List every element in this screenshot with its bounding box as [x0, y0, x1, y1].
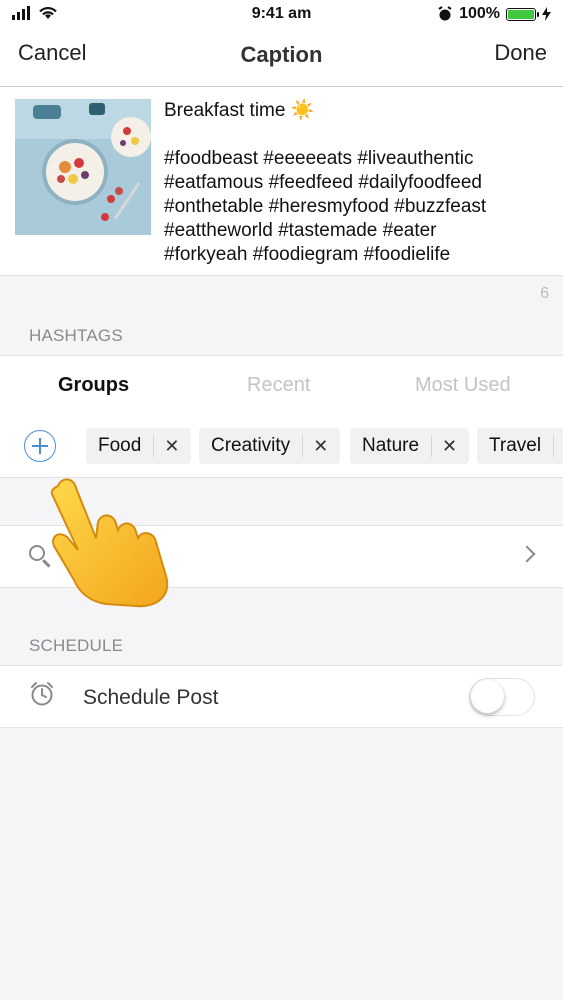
post-thumbnail[interactable]: [15, 99, 151, 235]
tab-recent[interactable]: Recent: [247, 374, 310, 397]
character-count: 6: [540, 285, 549, 302]
add-group-button[interactable]: [24, 430, 56, 462]
battery-percent: 100%: [459, 5, 500, 22]
breakfast-photo: [15, 99, 151, 235]
hashtag-tabs: Groups Recent Most Used: [0, 355, 563, 417]
schedule-post-row: Schedule Post: [0, 665, 563, 728]
group-chip-label: Travel: [489, 435, 542, 456]
alarm-clock-icon: [31, 682, 53, 706]
chevron-right-icon: [518, 545, 536, 563]
battery-icon: [506, 7, 539, 21]
status-right: 100%: [437, 5, 551, 23]
group-chip-food[interactable]: Food ✕: [86, 428, 192, 464]
tab-groups[interactable]: Groups: [58, 374, 129, 397]
charging-icon: [542, 7, 551, 21]
search-icon: [29, 545, 45, 561]
alarm-status-icon: [438, 6, 452, 21]
remove-icon[interactable]: ✕: [554, 436, 563, 457]
caption-section: Breakfast time ☀️ #foodbeast #eeeeeats #…: [0, 87, 563, 276]
nav-bar: Cancel Caption Done: [0, 30, 563, 87]
group-chip-label: Nature: [362, 435, 420, 456]
page-title: Caption: [240, 42, 323, 67]
remove-icon[interactable]: ✕: [303, 436, 340, 457]
group-chip-label: Food: [98, 435, 142, 456]
status-bar: 9:41 am 100%: [0, 0, 563, 30]
group-chip-travel[interactable]: Travel ✕: [477, 428, 563, 464]
hashtags-section-label: HASHTAGS: [29, 326, 123, 345]
schedule-post-label: Schedule Post: [83, 686, 219, 709]
pointing-hand-icon: [50, 478, 169, 608]
caption-text[interactable]: Breakfast time ☀️ #foodbeast #eeeeeats #…: [164, 99, 549, 267]
group-chip-nature[interactable]: Nature ✕: [350, 428, 470, 464]
hashtag-groups-row: Food ✕ Creativity ✕ Nature ✕ Travel ✕: [0, 416, 563, 478]
done-button[interactable]: Done: [494, 40, 547, 66]
remove-icon[interactable]: ✕: [154, 436, 191, 457]
group-chip-label: Creativity: [211, 435, 291, 456]
schedule-post-toggle[interactable]: [469, 678, 535, 716]
group-chip-creativity[interactable]: Creativity ✕: [199, 428, 341, 464]
tab-most-used[interactable]: Most Used: [415, 374, 511, 397]
remove-icon[interactable]: ✕: [432, 436, 469, 457]
toggle-knob: [471, 680, 504, 713]
schedule-section-label: SCHEDULE: [29, 636, 124, 655]
